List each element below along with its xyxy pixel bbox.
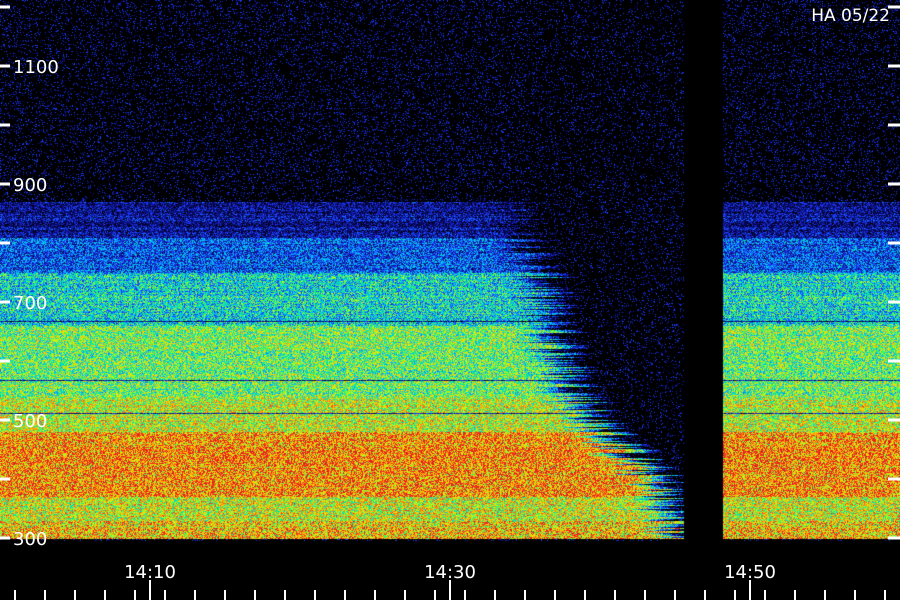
station-label: HA 05/22 [811,6,890,26]
x-tick-label-1450: 14:50 [724,562,776,583]
x-tick-label-1430: 14:30 [424,562,476,583]
y-tick-label-900: 900 [13,175,47,196]
y-tick-label-700: 700 [13,293,47,314]
x-tick-label-1410: 14:10 [124,562,176,583]
y-tick-label-1100: 1100 [13,57,59,78]
y-tick-label-500: 500 [13,411,47,432]
axes-overlay: 300 500 700 900 1100 14:10 14:30 14:50 [0,5,900,600]
y-tick-label-300: 300 [13,529,47,550]
